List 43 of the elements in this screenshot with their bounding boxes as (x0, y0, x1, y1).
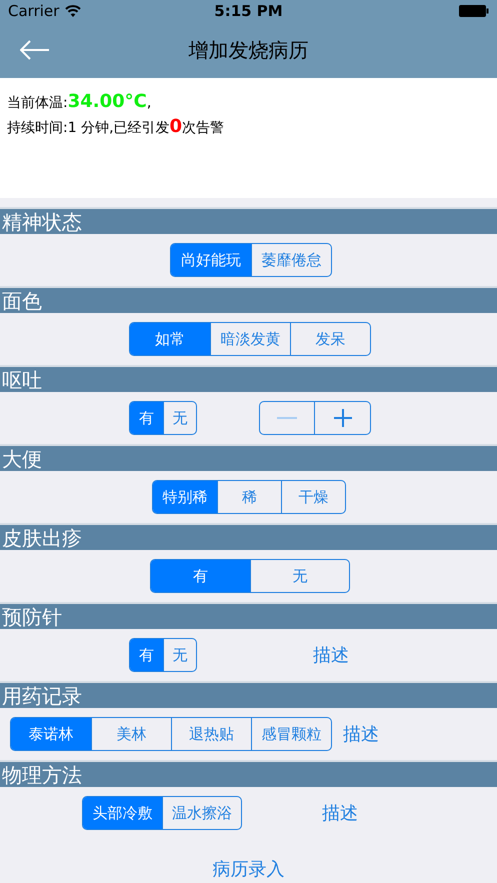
segment-option[interactable]: 有 (151, 560, 250, 592)
section-title: 呕吐 (2, 370, 42, 390)
duration-text: 持续时间:1 分钟,已经引发0次告警 (7, 115, 226, 139)
segment-option[interactable]: 温水擦浴 (162, 797, 241, 829)
segment-option[interactable]: 头部冷敷 (83, 797, 162, 829)
section-title: 物理方法 (2, 764, 82, 784)
nav-title: 增加发烧病历 (188, 37, 308, 64)
section-title: 面色 (2, 290, 42, 310)
segment-option[interactable]: 感冒颗粒 (251, 718, 331, 750)
segment-option[interactable]: 泰诺林 (11, 718, 91, 750)
section-title: 精神状态 (2, 212, 82, 232)
section-title: 预防针 (2, 606, 62, 626)
segment-option[interactable]: 发呆 (290, 323, 370, 355)
segment-option[interactable]: 有 (130, 639, 163, 671)
wifi-icon (65, 5, 82, 17)
segment-option[interactable]: 无 (163, 402, 196, 434)
segment-option[interactable]: 萎靡倦怠 (251, 244, 331, 276)
battery-icon (459, 5, 489, 17)
segment-option[interactable]: 特别稀 (153, 481, 217, 513)
increment-button[interactable] (315, 401, 371, 435)
status-time: 5:15 PM (214, 0, 283, 22)
describe-link[interactable]: 描述 (313, 642, 349, 668)
carrier-name: Carrier (8, 0, 60, 22)
describe-link[interactable]: 描述 (322, 800, 358, 826)
segment-option[interactable]: 尚好能玩 (171, 244, 251, 276)
segment-option[interactable]: 如常 (130, 323, 210, 355)
segment-option[interactable]: 暗淡发黄 (210, 323, 290, 355)
section-title: 大便 (2, 448, 42, 468)
segment-option[interactable]: 无 (163, 639, 196, 671)
segment-option[interactable]: 有 (130, 402, 163, 434)
segment-option[interactable]: 美林 (91, 718, 171, 750)
temperature-text: 当前体温:34.00°C, (7, 90, 152, 114)
section-title: 用药记录 (2, 686, 82, 706)
back-arrow-icon[interactable] (20, 40, 50, 60)
segment-option[interactable]: 干燥 (281, 481, 345, 513)
plus-icon (334, 409, 352, 427)
section-title: 皮肤出疹 (2, 528, 82, 548)
segment-option[interactable]: 稀 (217, 481, 281, 513)
submit-button[interactable]: 病历录入 (212, 856, 284, 883)
minus-icon (277, 417, 297, 419)
describe-link[interactable]: 描述 (343, 720, 379, 748)
segment-option[interactable]: 退热贴 (171, 718, 251, 750)
segment-option[interactable]: 无 (250, 560, 349, 592)
